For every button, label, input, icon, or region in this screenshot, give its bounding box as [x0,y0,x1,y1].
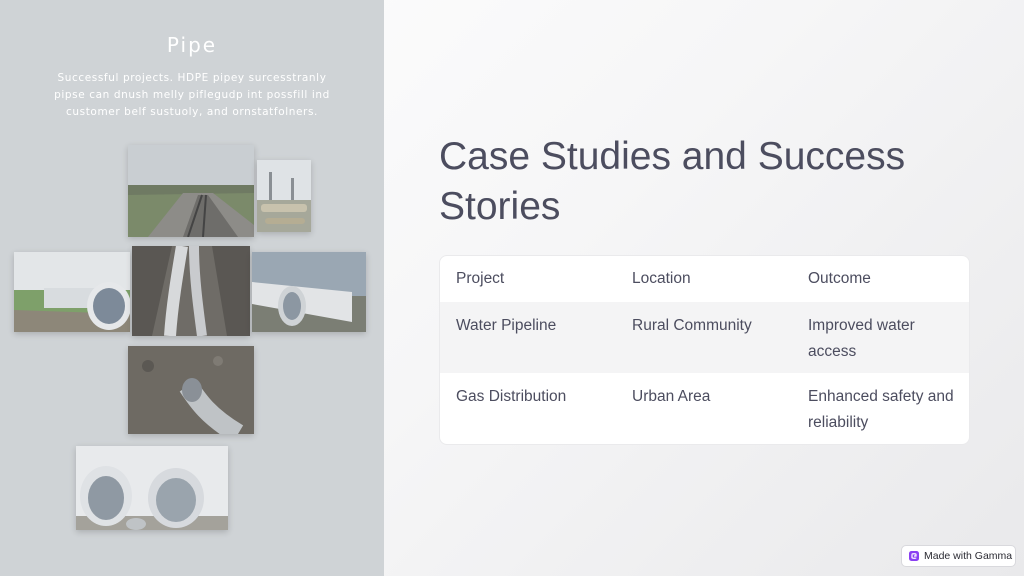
table-cell-project: Gas Distribution [456,388,567,405]
header-outcome: Outcome [808,270,871,287]
header-project: Project [456,270,505,287]
case-studies-table: Project Location Outcome Water Pipeline … [439,255,970,445]
table-cell-project: Water Pipeline [456,317,557,334]
image-collage-panel: Pipe Successful projects. HDPE pipey sur… [0,0,384,576]
collage-title: Pipe [166,33,218,57]
photo-pipe-grass [14,252,130,332]
photo-corrugated-pipe [128,346,254,434]
made-with-gamma-badge[interactable]: Made with Gamma [901,545,1016,567]
table-cell-location: Rural Community [632,317,752,334]
table-header-row: Project Location Outcome [440,256,969,302]
badge-label: Made with Gamma [924,550,1013,562]
table-cell-outcome: Enhanced safety and reliability [808,388,954,431]
table-row: Water Pipeline Rural Community Improved … [440,302,969,373]
photo-pipeline-road [128,145,254,237]
photo-industrial-plant [257,160,311,232]
table-cell-outcome: Improved water access [808,317,915,360]
photo-stacked-pipes [76,446,228,530]
collage-caption: Successful projects. HDPE pipey surcesst… [54,72,330,118]
gamma-logo-icon [909,551,919,561]
table-row: Gas Distribution Urban Area Enhanced saf… [440,373,969,444]
header-location: Location [632,270,691,287]
table-cell-location: Urban Area [632,388,711,405]
slide-title: Case Studies and Success Stories [439,135,906,228]
photo-white-pipe [252,252,366,332]
photo-pipe-trench [132,246,250,336]
